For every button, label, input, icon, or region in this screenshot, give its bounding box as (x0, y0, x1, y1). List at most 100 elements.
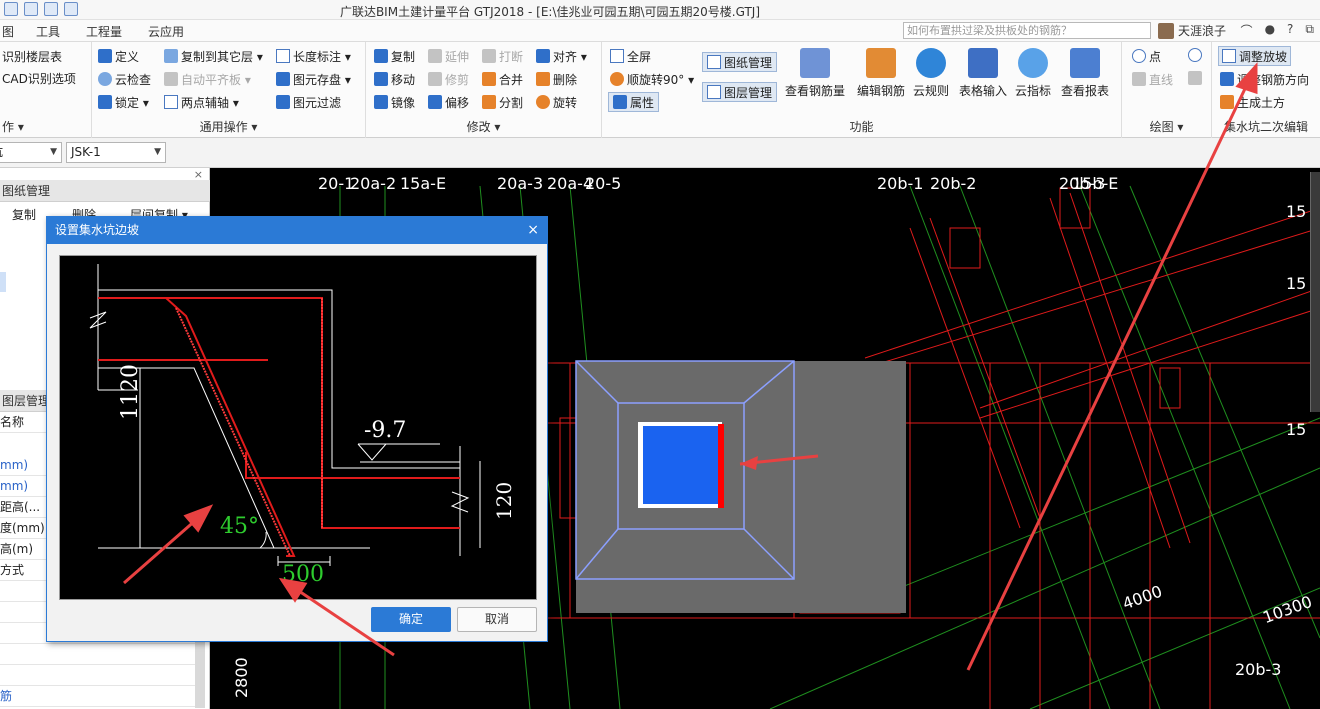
element-name-select[interactable]: JSK-1 ▼ (66, 142, 166, 163)
concrete-outline (89, 264, 481, 566)
circle-tool-icon[interactable] (1188, 48, 1202, 62)
window-controls: ⌒ ● ? ⧉ (1241, 22, 1314, 39)
rotate-icon (536, 95, 550, 109)
ribbon-group-label: 作 ▾ (2, 120, 24, 134)
lock-icon (98, 95, 112, 109)
mirror-button[interactable]: 镜像 (374, 92, 415, 112)
cloud-check-icon (98, 72, 112, 86)
ribbon-group-label: 功能 (849, 120, 874, 134)
rect-tool-icon[interactable] (1188, 71, 1202, 85)
axis-label: 15a-E (400, 174, 447, 193)
adjust-rebar-direction-button[interactable]: 调整钢筋方向 (1220, 69, 1309, 89)
save-element-icon (276, 72, 290, 86)
chevron-down-icon: ▼ (154, 147, 161, 157)
trim-icon (428, 72, 442, 86)
user-account[interactable]: 天涯浪子 (1158, 22, 1226, 39)
element-save-button[interactable]: 图元存盘 ▾ (276, 69, 351, 89)
view-toolbar[interactable] (1310, 172, 1320, 412)
grid-icon[interactable] (44, 2, 58, 16)
axis-icon (164, 95, 178, 109)
line-button[interactable]: 直线 (1132, 69, 1173, 89)
copy-drawing-button[interactable]: 复制 (12, 204, 36, 226)
properties-icon (613, 95, 627, 109)
view-report-button[interactable]: 查看报表 (1052, 48, 1118, 108)
cloud-index-icon (1018, 48, 1048, 78)
move-button[interactable]: 移动 (374, 69, 415, 89)
slope-diagram[interactable]: 1120 -9.7 120 45° 500 (59, 255, 537, 600)
lock-button[interactable]: 锁定 ▾ (98, 92, 149, 112)
close-icon[interactable]: × (194, 168, 203, 181)
element-type-select[interactable]: 坑▼ (0, 142, 62, 163)
merge-button[interactable]: 合并 (482, 69, 523, 89)
ok-button[interactable]: 确定 (371, 607, 451, 632)
axis-label: 20a-2 (350, 174, 397, 193)
message-icon[interactable]: ● (1265, 22, 1275, 39)
width-label: 500 (282, 562, 324, 587)
axis-label: 15 (1286, 274, 1307, 293)
rotate-button[interactable]: 旋转 (536, 92, 577, 112)
slope-diagram-drawing (89, 264, 481, 566)
restore-icon[interactable]: ⧉ (1305, 22, 1314, 39)
offset-icon (428, 95, 442, 109)
axis-label: 20b-3 (1235, 660, 1282, 679)
point-button[interactable]: 点 (1132, 46, 1161, 66)
menu-item-view[interactable]: 图 (2, 23, 14, 40)
auto-align-slab-button[interactable]: 自动平齐板 ▾ (164, 69, 251, 89)
align-button[interactable]: 对齐 ▾ (536, 46, 587, 66)
two-point-axis-button[interactable]: 两点辅轴 ▾ (164, 92, 239, 112)
element-filter-button[interactable]: 图元过滤 (276, 92, 341, 112)
drawings-panel-title: 图纸管理 (0, 180, 210, 202)
help-search-input[interactable]: 如何布置拱过梁及拱板处的钢筋？ (903, 22, 1151, 39)
notification-icon[interactable]: ⌒ (1241, 22, 1253, 39)
pit-slope-dialog: 设置集水坑边坡 × 1120 -9.7 120 45° 500 确定 取消 (46, 216, 548, 642)
delete-button[interactable]: 删除 (536, 69, 577, 89)
break-icon (482, 49, 496, 63)
dimension-icon (276, 49, 290, 63)
extend-button[interactable]: 延伸 (428, 46, 469, 66)
property-row[interactable] (0, 644, 195, 665)
window-title: 广联达BIM土建计量平台 GTJ2018 - [E:\佳兆业可园五期\可园五期2… (339, 5, 761, 19)
elevation-label: -9.7 (364, 418, 407, 443)
length-dimension-button[interactable]: 长度标注 ▾ (276, 46, 351, 66)
cloud-rules-icon (916, 48, 946, 78)
properties-button[interactable]: 属性 (608, 92, 660, 112)
cloud-check-button[interactable]: 云检查 (98, 69, 151, 89)
cancel-button[interactable]: 取消 (457, 607, 537, 632)
menu-item-tools[interactable]: 工具 (36, 23, 60, 40)
split-button[interactable]: 分割 (482, 92, 523, 112)
edit-icon[interactable] (24, 2, 38, 16)
copy-to-floor-button[interactable]: 复制到其它层 ▾ (164, 46, 263, 66)
fullscreen-button[interactable]: 全屏 (610, 46, 651, 66)
ribbon-group-draw: 点 直线 绘图 ▾ (1122, 42, 1212, 138)
line-icon (1132, 72, 1146, 86)
property-row[interactable]: 筋 (0, 686, 195, 707)
close-icon[interactable]: × (527, 217, 539, 244)
identify-floor-table-button[interactable]: 识别楼层表 (2, 46, 62, 66)
adjust-slope-button[interactable]: 调整放坡 (1218, 46, 1292, 66)
generate-earthwork-button[interactable]: 生成土方 (1220, 92, 1285, 112)
rotate-90-button[interactable]: 顺旋转90° ▾ (610, 69, 694, 89)
copy-button[interactable]: 复制 (374, 46, 415, 66)
menu-item-cloud[interactable]: 云应用 (148, 23, 184, 40)
help-icon[interactable]: ? (1287, 22, 1293, 39)
layer-manager-button[interactable]: 图层管理 (702, 82, 778, 102)
ribbon-group-functions: 全屏 顺旋转90° ▾ 属性 图纸管理 图层管理 查看钢筋量 编辑钢筋 云规则 … (602, 42, 1122, 138)
add-page-icon[interactable] (64, 2, 78, 16)
property-row[interactable] (0, 665, 195, 686)
selected-drawing-row[interactable] (0, 272, 6, 292)
define-button[interactable]: 定义 (98, 46, 139, 66)
new-file-icon[interactable] (4, 2, 18, 16)
delete-icon (536, 72, 550, 86)
trim-button[interactable]: 修剪 (428, 69, 469, 89)
earthwork-icon (1220, 95, 1234, 109)
chevron-down-icon: ▼ (50, 147, 57, 157)
move-icon (374, 72, 388, 86)
menu-item-quantities[interactable]: 工程量 (86, 23, 122, 40)
drawing-manager-button[interactable]: 图纸管理 (702, 52, 778, 72)
cad-options-button[interactable]: CAD识别选项 (2, 68, 76, 88)
table-input-icon (968, 48, 998, 78)
align-icon (536, 49, 550, 63)
offset-button[interactable]: 偏移 (428, 92, 469, 112)
break-button[interactable]: 打断 (482, 46, 523, 66)
view-rebar-button[interactable]: 查看钢筋量 (782, 48, 848, 108)
